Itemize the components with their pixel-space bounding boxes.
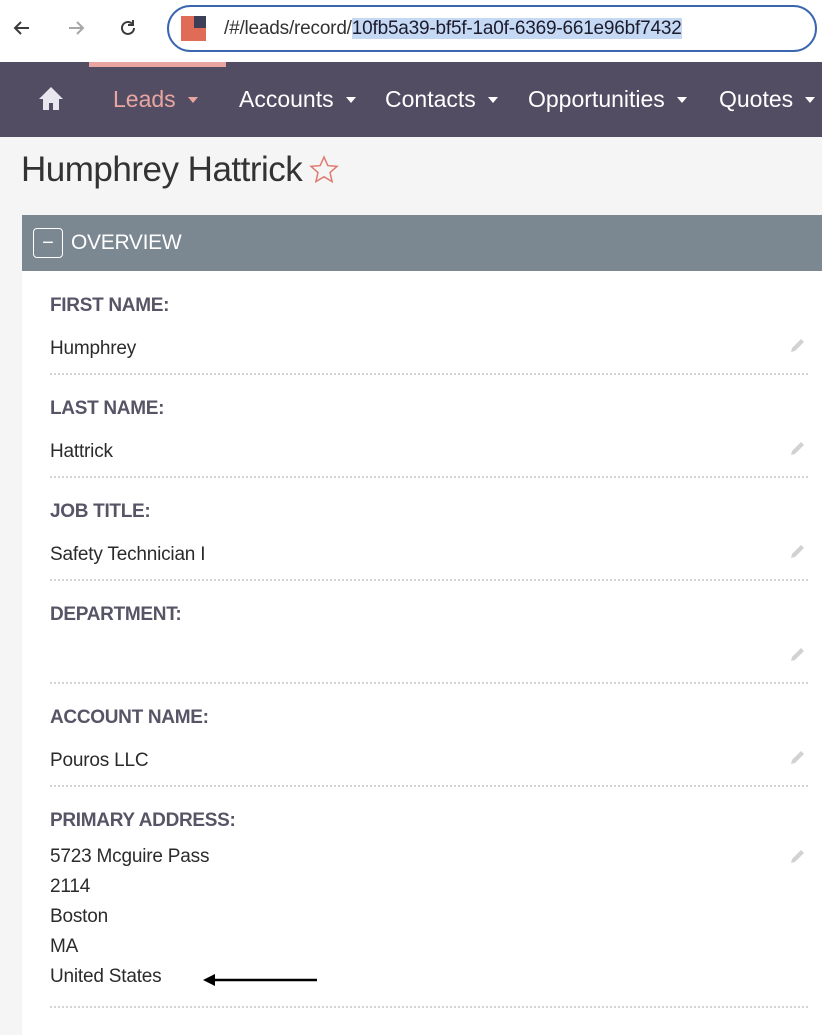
- field-job-title: JOB TITLE: Safety Technician I: [50, 501, 808, 581]
- address-postal-code: 2114: [50, 876, 91, 897]
- field-divider: [50, 373, 808, 375]
- field-label: DEPARTMENT:: [50, 604, 182, 625]
- nav-item-label: Accounts: [239, 86, 334, 112]
- url-selected-text: 10fb5a39-bf5f-1a0f-6369-661e96bf7432: [351, 17, 682, 39]
- field-account-name: ACCOUNT NAME: Pouros LLC: [50, 707, 808, 787]
- nav-item-opportunities[interactable]: Opportunities: [528, 86, 687, 113]
- address-city: Boston: [50, 906, 108, 927]
- nav-item-accounts[interactable]: Accounts: [239, 86, 356, 113]
- url-text: /#/leads/record/10fb5a39-bf5f-1a0f-6369-…: [224, 17, 682, 40]
- star-outline-icon[interactable]: [308, 154, 340, 186]
- pencil-icon[interactable]: [788, 541, 808, 561]
- chevron-down-icon: [187, 96, 198, 103]
- field-primary-address: PRIMARY ADDRESS: 5723 Mcguire Pass 2114 …: [50, 810, 808, 1008]
- nav-item-contacts[interactable]: Contacts: [385, 86, 498, 113]
- field-first-name: FIRST NAME: Humphrey: [50, 295, 808, 375]
- nav-item-quotes[interactable]: Quotes: [719, 86, 816, 113]
- home-icon[interactable]: [36, 84, 66, 114]
- field-label: JOB TITLE:: [50, 501, 151, 522]
- field-department: DEPARTMENT:: [50, 604, 808, 684]
- field-value: 5723 Mcguire Pass 2114 Boston MA United …: [50, 842, 808, 992]
- nav-item-leads[interactable]: Leads: [113, 86, 198, 113]
- field-value: Safety Technician I: [50, 540, 808, 570]
- record-title: Humphrey Hattrick: [21, 150, 340, 190]
- field-value: Hattrick: [50, 437, 808, 467]
- pencil-icon[interactable]: [788, 747, 808, 767]
- field-label: PRIMARY ADDRESS:: [50, 810, 236, 831]
- field-label: LAST NAME:: [50, 398, 165, 419]
- chevron-down-icon: [676, 96, 687, 103]
- panel-title: OVERVIEW: [71, 231, 182, 254]
- nav-item-label: Leads: [113, 86, 176, 112]
- field-value-line: Humphrey: [50, 338, 137, 359]
- nav-item-label: Quotes: [719, 86, 794, 112]
- address-country: United States: [50, 966, 162, 987]
- site-favicon-icon: [181, 16, 206, 41]
- field-divider: [50, 682, 808, 684]
- nav-item-label: Opportunities: [528, 86, 665, 112]
- browser-toolbar: /#/leads/record/10fb5a39-bf5f-1a0f-6369-…: [0, 0, 822, 62]
- field-divider: [50, 476, 808, 478]
- annotation-arrow-icon: [203, 974, 317, 986]
- field-divider: [50, 1006, 808, 1008]
- field-last-name: LAST NAME: Hattrick: [50, 398, 808, 478]
- field-divider: [50, 579, 808, 581]
- field-value: Pouros LLC: [50, 746, 808, 776]
- field-value-line: Safety Technician I: [50, 544, 206, 565]
- field-value-line: Pouros LLC: [50, 750, 149, 771]
- chevron-down-icon: [487, 96, 498, 103]
- address-bar[interactable]: /#/leads/record/10fb5a39-bf5f-1a0f-6369-…: [167, 5, 817, 52]
- top-navigation: Leads Accounts Contacts Opportunities Qu…: [0, 62, 822, 137]
- pencil-icon[interactable]: [788, 438, 808, 458]
- field-label: FIRST NAME:: [50, 295, 170, 316]
- reload-icon[interactable]: [114, 14, 142, 42]
- nav-item-label: Contacts: [385, 86, 476, 112]
- pencil-icon[interactable]: [788, 644, 808, 664]
- record-name: Humphrey Hattrick: [21, 150, 303, 189]
- url-prefix: /#/leads/record/: [224, 17, 352, 39]
- field-divider: [50, 785, 808, 787]
- pencil-icon[interactable]: [788, 846, 808, 866]
- arrow-left-icon[interactable]: [8, 14, 36, 42]
- active-tab-indicator: [89, 62, 226, 67]
- pencil-icon[interactable]: [788, 335, 808, 355]
- overview-panel-header[interactable]: − OVERVIEW: [22, 215, 822, 271]
- field-label: ACCOUNT NAME:: [50, 707, 209, 728]
- address-street: 5723 Mcguire Pass: [50, 846, 210, 867]
- field-value: Humphrey: [50, 334, 808, 364]
- overview-panel: − OVERVIEW FIRST NAME: Humphrey LAST NAM…: [22, 215, 822, 1035]
- chevron-down-icon: [345, 96, 356, 103]
- address-state: MA: [50, 936, 79, 957]
- chevron-down-icon: [805, 96, 816, 103]
- field-value-line: Hattrick: [50, 441, 113, 462]
- collapse-button[interactable]: −: [33, 228, 63, 258]
- arrow-right-icon[interactable]: [62, 14, 90, 42]
